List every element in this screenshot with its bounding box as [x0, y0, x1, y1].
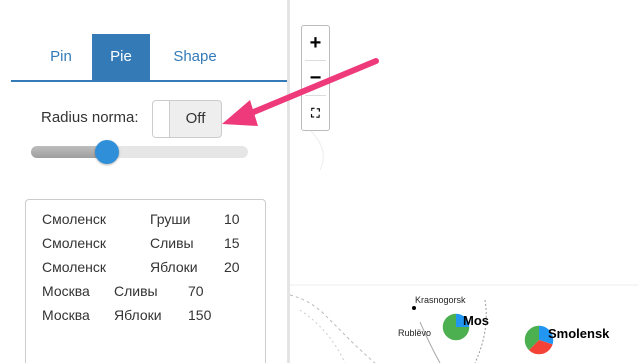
map-label-rublevo: Rublëvo	[398, 328, 432, 338]
map-background	[290, 129, 638, 363]
data-textarea[interactable]: Смоленск Груши 10 Смоленск Сливы 15 Смол…	[25, 199, 266, 363]
row-fruit: Груши	[150, 211, 191, 227]
map-label-krasnogorsk: Krasnogorsk	[415, 295, 466, 305]
app-root: Pin Pie Shape Radius norma: Off Смоленск…	[0, 0, 638, 363]
control-panel: Pin Pie Shape Radius norma: Off Смоленск…	[0, 0, 288, 363]
row-city: Москва	[42, 307, 90, 323]
map-label-smolensk: Smolensk	[548, 326, 610, 341]
radius-normalization-toggle[interactable]: Off	[152, 100, 222, 138]
row-city: Смоленск	[42, 235, 107, 251]
radius-normalization-label: Radius norma:	[41, 109, 139, 126]
row-city: Москва	[42, 283, 90, 299]
radius-slider[interactable]	[31, 140, 248, 164]
row-value: 10	[224, 211, 240, 227]
tab-pin[interactable]: Pin	[33, 34, 89, 80]
row-value: 150	[188, 307, 212, 323]
row-fruit: Яблоки	[150, 259, 198, 275]
toggle-state-text: Off	[185, 110, 206, 127]
map-label-moscow: Mos	[463, 313, 489, 328]
fullscreen-icon[interactable]: ⛶	[302, 96, 329, 130]
row-fruit: Яблоки	[114, 307, 162, 323]
zoom-in-button[interactable]: +	[302, 26, 329, 60]
marker-type-tabs: Pin Pie Shape	[11, 34, 288, 82]
map-view[interactable]: Krasnogorsk Rublëvo Mos Smolensk + − ⛶	[290, 0, 638, 363]
row-value: 20	[224, 259, 240, 275]
row-city: Смоленск	[42, 259, 107, 275]
row-fruit: Сливы	[114, 283, 158, 299]
tab-pie[interactable]: Pie	[92, 34, 150, 80]
row-value: 70	[188, 283, 204, 299]
map-zoom-control: + − ⛶	[301, 25, 330, 131]
toggle-knob	[153, 101, 170, 137]
tab-shape[interactable]: Shape	[161, 34, 229, 80]
zoom-out-button[interactable]: −	[302, 61, 329, 95]
row-fruit: Сливы	[150, 235, 194, 251]
slider-handle[interactable]	[94, 140, 119, 164]
row-value: 15	[224, 235, 240, 251]
row-city: Смоленск	[42, 211, 107, 227]
